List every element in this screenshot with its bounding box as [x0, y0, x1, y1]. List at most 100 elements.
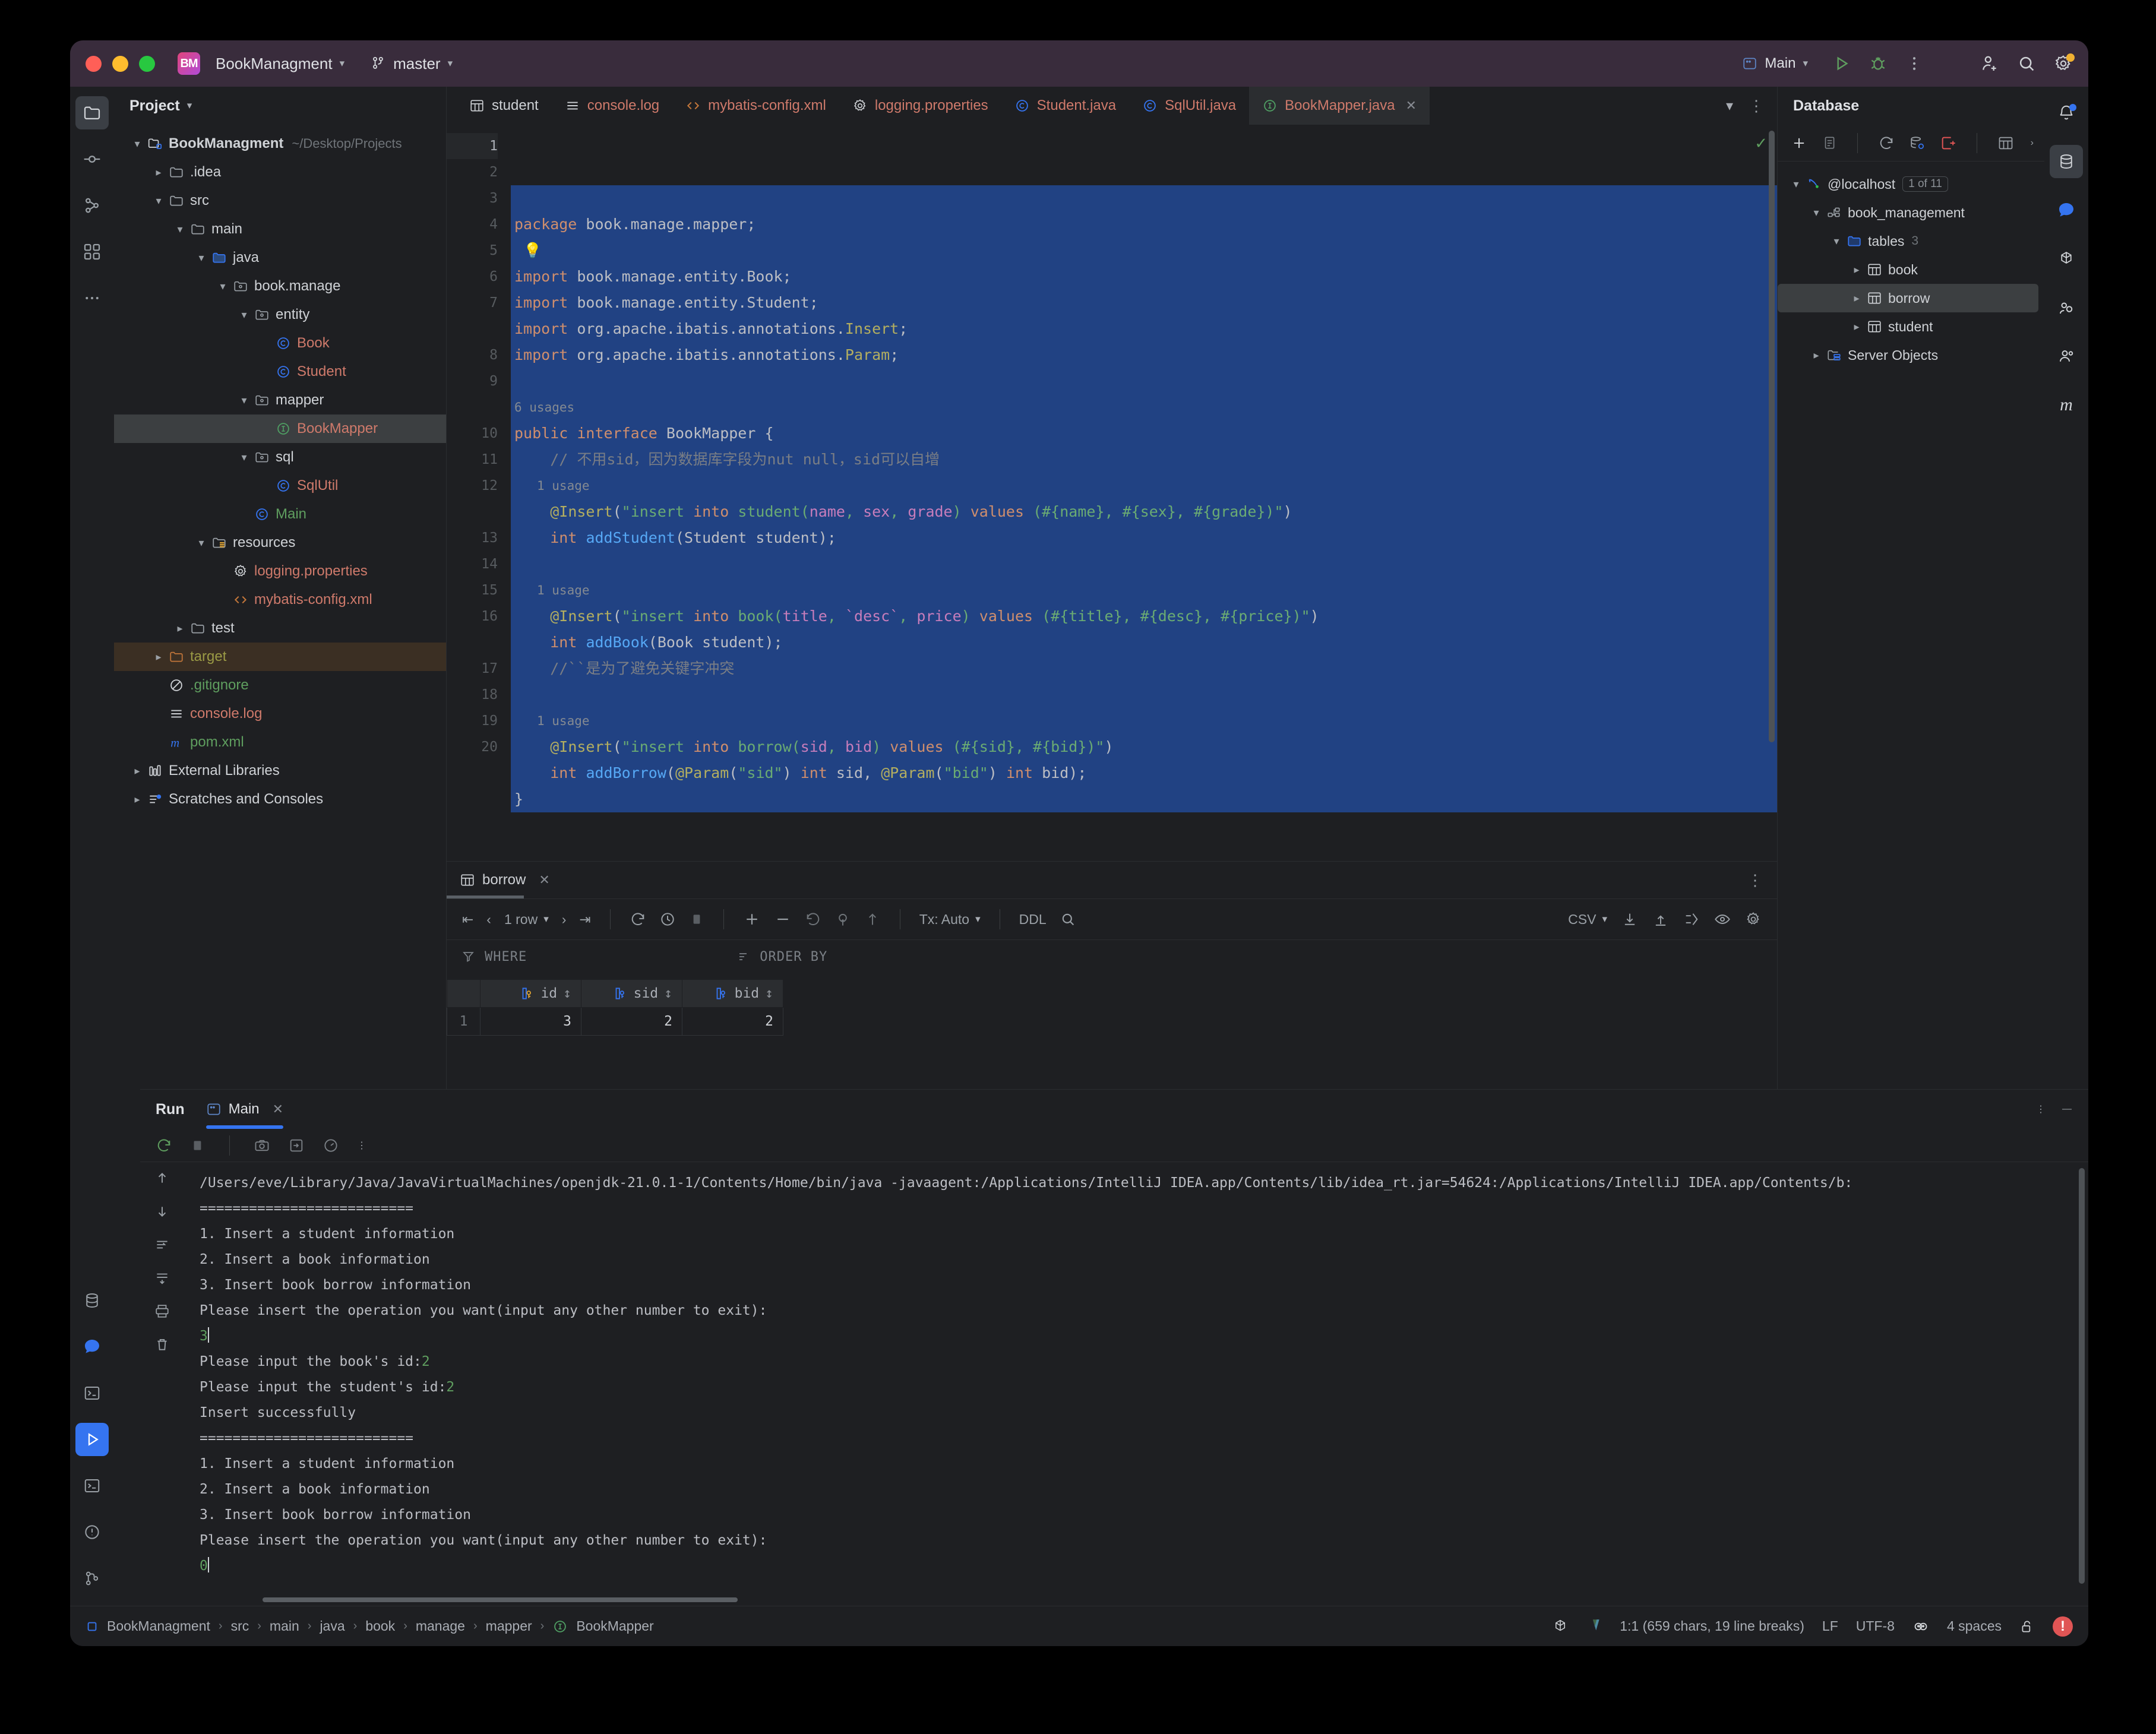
more-actions-button[interactable]	[1905, 55, 1923, 72]
clear-console-icon[interactable]	[154, 1337, 170, 1352]
view-options-icon[interactable]	[1714, 911, 1731, 928]
data-grid-table[interactable]: id ↕ sid ↕ bid ↕ 1322	[447, 979, 1777, 1036]
minimize-window-button[interactable]	[112, 55, 128, 72]
inlay-hint-interface-usages[interactable]: 6 usages	[511, 394, 1777, 420]
run-button[interactable]	[1832, 54, 1851, 73]
inlay-hint-usage-3[interactable]: 1 usage	[511, 708, 1777, 734]
database-tree-item-book[interactable]: ▸ book	[1778, 255, 2044, 284]
database-tree-item--localhost[interactable]: ▾ @localhost 1 of 11	[1778, 170, 2044, 198]
database-tree-item-book-management[interactable]: ▾ book_management	[1778, 198, 2044, 227]
project-tree-item-book[interactable]: Book	[114, 329, 446, 357]
editor-tab-logging-properties[interactable]: logging.properties	[839, 87, 1001, 125]
add-datasource-icon[interactable]	[1791, 135, 1807, 151]
screenshot-icon[interactable]	[254, 1137, 270, 1154]
chevron-right-icon[interactable]: ▸	[129, 793, 145, 806]
file-encoding[interactable]: UTF-8	[1856, 1618, 1895, 1634]
breadcrumb-item[interactable]: mapper	[486, 1618, 532, 1634]
editor-tab-student[interactable]: student	[456, 87, 552, 125]
chevron-down-icon[interactable]: ▾	[151, 195, 166, 207]
delete-row-icon[interactable]	[774, 910, 792, 928]
chevron-down-icon[interactable]: ▾	[1809, 207, 1824, 219]
project-tree-item-mybatis-config-xml[interactable]: mybatis-config.xml	[114, 586, 446, 614]
breadcrumb[interactable]: BookManagment › src › main › java › book › manage ›…	[86, 1618, 654, 1634]
database-tree-item-server-objects[interactable]: ▸ Server Objects	[1778, 341, 2044, 369]
project-tree-item-external-libraries[interactable]: ▸ External Libraries	[114, 757, 446, 785]
project-tree-item-logging-properties[interactable]: logging.properties	[114, 557, 446, 586]
filter-icon[interactable]	[462, 950, 476, 964]
chevron-right-icon[interactable]: ▸	[151, 651, 166, 663]
table-row[interactable]: 1322	[447, 1007, 783, 1036]
branch-selector[interactable]: master ▾	[371, 55, 453, 73]
chevron-down-icon[interactable]: ▾	[129, 138, 145, 150]
run-configuration-selector[interactable]: Main ▾	[1736, 52, 1814, 75]
run-tab-main[interactable]: Main ✕	[206, 1090, 284, 1129]
editor-tab-bar[interactable]: student console.log mybatis-config.xml logg…	[447, 87, 1777, 125]
unlock-icon[interactable]	[2019, 1619, 2035, 1634]
chevron-down-icon[interactable]: ▾	[194, 537, 209, 549]
database-toolbar[interactable]: ›	[1778, 125, 2044, 162]
chevron-down-icon[interactable]: ▾	[1788, 178, 1804, 191]
chevron-right-icon[interactable]: ▸	[129, 765, 145, 777]
project-tree-item-sqlutil[interactable]: SqlUtil	[114, 472, 446, 500]
editor-options-icon[interactable]: ⋮	[1749, 97, 1764, 115]
prev-page-icon[interactable]: ‹	[486, 912, 491, 928]
close-icon[interactable]: ✕	[1406, 98, 1417, 113]
editor-tab-student-java[interactable]: Student.java	[1001, 87, 1129, 125]
sort-toggle-icon[interactable]: ↕	[563, 986, 571, 1001]
column-header-bid[interactable]: bid ↕	[682, 979, 783, 1008]
run-more-options-icon[interactable]: ⋮	[357, 1140, 366, 1151]
project-tree-item-book-manage[interactable]: ▾ book.manage	[114, 272, 446, 300]
project-panel-header[interactable]: Project ▾	[114, 87, 446, 125]
project-tree-item-mapper[interactable]: ▾ mapper	[114, 386, 446, 414]
ddl-button[interactable]: DDL	[1019, 912, 1047, 928]
add-row-icon[interactable]	[743, 910, 761, 928]
cell-id[interactable]: 3	[480, 1007, 581, 1036]
breadcrumb-item[interactable]: java	[320, 1618, 344, 1634]
data-grid-toolbar[interactable]: ⇤ ‹ 1 row ▾ › ⇥ Tx: Auto ▾ DDL CSV ▾	[447, 898, 1777, 940]
project-tree-item-sql[interactable]: ▾ sql	[114, 443, 446, 472]
more-tools-button[interactable]	[75, 281, 109, 315]
data-grid-tab-borrow[interactable]: borrow ✕	[460, 872, 550, 888]
ai-chat-button[interactable]	[2050, 194, 2083, 227]
data-grid-options-button[interactable]: ⋮	[1747, 871, 1777, 890]
transaction-mode-selector[interactable]: Tx: Auto ▾	[919, 912, 981, 928]
breadcrumb-item[interactable]: BookMapper	[576, 1618, 653, 1634]
chevron-down-icon[interactable]: ▾	[236, 451, 252, 464]
collaborate-button[interactable]	[2050, 340, 2083, 373]
breadcrumb-item[interactable]: main	[270, 1618, 299, 1634]
editor-tab-sqlutil-java[interactable]: SqlUtil.java	[1129, 87, 1249, 125]
project-tree-item-scratches-and-consoles[interactable]: ▸ Scratches and Consoles	[114, 785, 446, 814]
terminal-tool-button[interactable]	[75, 1469, 109, 1502]
chevron-down-icon[interactable]: ▾	[1829, 235, 1844, 248]
inspections-ok-icon[interactable]: ✓	[1754, 134, 1768, 153]
line-separator[interactable]: LF	[1822, 1618, 1838, 1634]
vim-status-icon[interactable]	[1586, 1618, 1602, 1635]
scroll-to-end-icon[interactable]	[154, 1270, 170, 1286]
refresh-icon[interactable]	[1878, 135, 1895, 151]
modules-tool-button[interactable]	[75, 235, 109, 268]
ai-assistant-button[interactable]	[75, 1330, 109, 1363]
expand-toolbar-icon[interactable]: ›	[2031, 138, 2044, 148]
database-tool-button-left[interactable]	[75, 1284, 109, 1317]
grid-search-icon[interactable]	[1060, 911, 1076, 928]
chevron-down-icon[interactable]: ▾	[187, 100, 192, 112]
datasource-properties-icon[interactable]	[1909, 135, 1926, 151]
stop-icon[interactable]	[689, 912, 704, 927]
settings-gear-icon[interactable]	[2054, 53, 2075, 73]
next-page-icon[interactable]: ›	[562, 912, 567, 928]
chevron-down-icon[interactable]: ▾	[215, 280, 230, 293]
console-output[interactable]: /Users/eve/Library/Java/JavaVirtualMachi…	[184, 1162, 2088, 1606]
editor-tab-console-log[interactable]: console.log	[552, 87, 672, 125]
close-window-button[interactable]	[86, 55, 102, 72]
project-tree-item-java[interactable]: ▾ java	[114, 243, 446, 272]
project-tree-item-bookmanagment[interactable]: ▾ BookManagment ~/Desktop/Projects	[114, 129, 446, 158]
column-header-sid[interactable]: sid ↕	[581, 979, 682, 1008]
maximize-window-button[interactable]	[139, 55, 155, 72]
sort-toggle-icon[interactable]: ↕	[765, 986, 773, 1001]
chevron-right-icon[interactable]: ▸	[151, 166, 166, 179]
commit-tool-button[interactable]	[75, 143, 109, 176]
editor-code-area[interactable]: package book.manage.mapper; 💡 import book…	[511, 125, 1777, 861]
database-tree-item-student[interactable]: ▸ student	[1778, 312, 2044, 341]
meet-new-ui-button[interactable]	[2050, 291, 2083, 324]
breadcrumb-item[interactable]: BookManagment	[107, 1618, 210, 1634]
